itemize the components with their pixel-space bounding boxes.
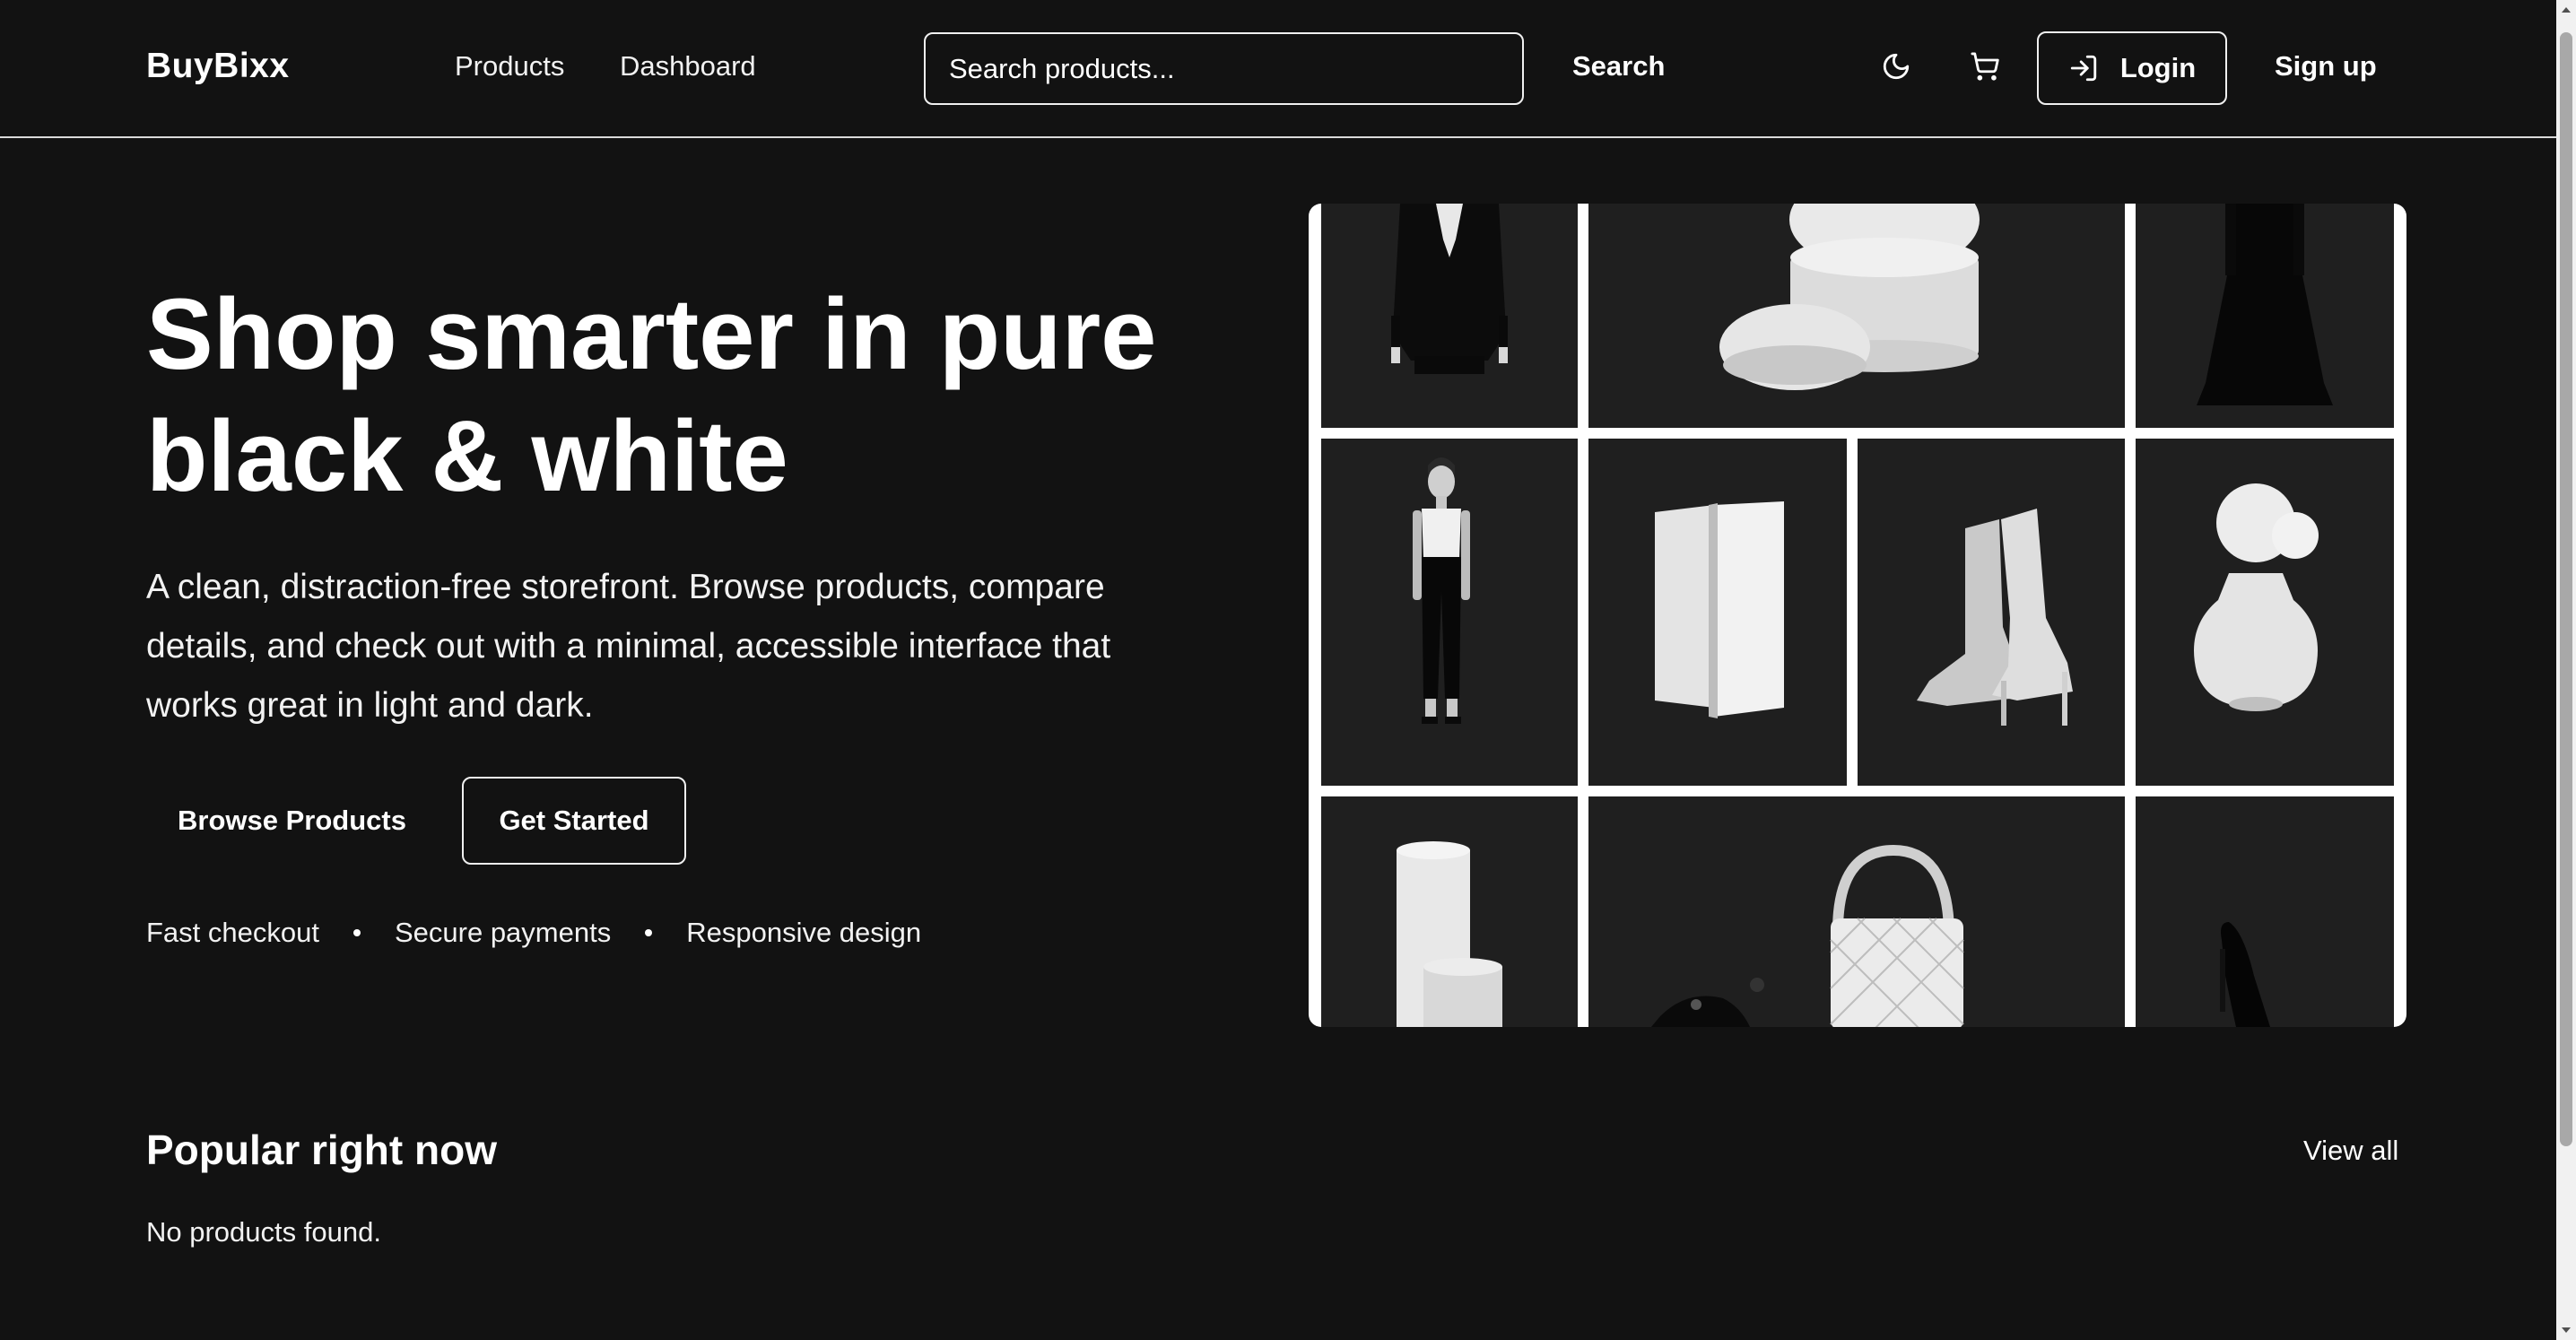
page: BuyBixx Products Dashboard Search produc… [0,0,2576,1340]
login-label: Login [2119,52,2197,83]
scroll-up-arrow-icon[interactable] [2556,0,2576,20]
hero-title-line2: black & white [146,400,788,512]
image-dress [2136,204,2394,428]
hero-subtitle: A clean, distraction-free storefront. Br… [146,558,1249,735]
image-vase [2136,439,2394,786]
feature-responsive-design: Responsive design [686,917,922,948]
image-handbag [1588,796,2125,1027]
nav-dashboard[interactable]: Dashboard [620,50,756,83]
image-pump-shoe [2136,796,2394,1027]
signup-button[interactable]: Sign up [2275,50,2377,83]
scroll-down-arrow-icon[interactable] [2556,1320,2576,1340]
brand-logo[interactable]: BuyBixx [146,47,290,86]
cart-icon [1971,52,1999,81]
login-arrow-icon [2070,55,2096,82]
moon-icon [1883,53,1910,80]
image-panels [1588,439,1847,786]
hero-title-line1: Shop smarter in pure [146,278,1157,390]
image-cylinders [1321,796,1578,1027]
view-all-link[interactable]: View all [2303,1135,2398,1167]
empty-products-message: No products found. [146,1216,381,1248]
search-box [924,32,1524,105]
hero-subtitle-line3: works great in light and dark. [146,686,594,725]
feature-secure-payments: Secure payments [394,917,612,948]
feature-fast-checkout: Fast checkout [146,917,319,948]
login-button[interactable]: Login [2037,31,2227,105]
hero-subtitle-line2: details, and check out with a minimal, a… [146,627,1111,666]
hero-image-collage [1309,204,2406,1027]
browse-products-button[interactable]: Browse Products [146,777,438,865]
header: BuyBixx Products Dashboard Search produc… [0,0,2556,138]
image-suit [1321,204,1578,428]
theme-toggle-button[interactable] [1876,47,1916,86]
nav-products[interactable]: Products [455,50,564,83]
popular-section-title: Popular right now [146,1127,497,1173]
get-started-button[interactable]: Get Started [462,777,686,865]
hero-subtitle-line1: A clean, distraction-free storefront. Br… [146,568,1105,606]
search-input[interactable] [926,34,1522,103]
scrollbar-thumb[interactable] [2560,32,2572,1146]
bullet-dot [645,929,653,936]
image-sculpture-stones [1588,204,2125,428]
vertical-scrollbar[interactable] [2556,0,2576,1340]
cart-button[interactable] [1965,47,2005,86]
bullet-dot [352,929,361,936]
search-button[interactable]: Search [1572,50,1665,83]
hero-title: Shop smarter in pure black & white [146,274,1276,518]
feature-list: Fast checkout Secure payments Responsive… [146,917,921,949]
image-heels-boots [1858,439,2125,786]
image-model [1321,439,1578,786]
